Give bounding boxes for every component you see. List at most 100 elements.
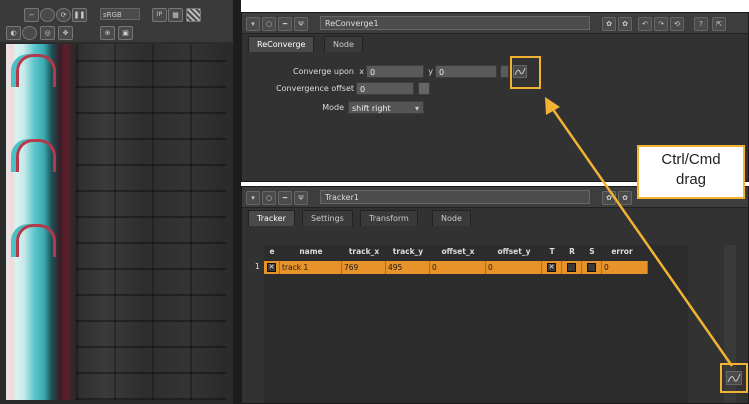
- dash-icon[interactable]: ━: [278, 191, 292, 205]
- refresh-icon[interactable]: ⟳: [56, 8, 71, 22]
- column-header[interactable]: name: [280, 245, 342, 259]
- tab-node[interactable]: Node: [324, 36, 363, 52]
- mode-dropdown[interactable]: shift right ▾: [348, 101, 424, 114]
- stripes-icon[interactable]: [186, 8, 201, 22]
- help-icon[interactable]: ?: [694, 17, 708, 31]
- circle-icon[interactable]: [40, 8, 55, 22]
- offset-x-cell[interactable]: 0: [430, 261, 486, 274]
- converge-upon-label: Converge upon: [292, 67, 354, 76]
- tab-settings[interactable]: Settings: [302, 210, 353, 226]
- column-header[interactable]: track_y: [386, 245, 430, 259]
- pan-icon[interactable]: ✥: [58, 26, 73, 40]
- node-name-value: ReConverge1: [325, 19, 379, 28]
- animation-button[interactable]: [500, 65, 509, 78]
- circle-icon[interactable]: [22, 26, 37, 40]
- grid-icon[interactable]: ▦: [168, 8, 183, 22]
- convergence-offset-value: 0: [360, 85, 366, 94]
- column-header[interactable]: offset_x: [430, 245, 486, 259]
- enabled-cell[interactable]: ✕: [264, 261, 280, 274]
- node-name-field[interactable]: Tracker1: [320, 190, 590, 204]
- offset-y-cell[interactable]: 0: [486, 261, 542, 274]
- column-header[interactable]: S: [582, 245, 602, 259]
- tab-transform[interactable]: Transform: [360, 210, 418, 226]
- convergence-offset-label: Convergence offset: [276, 84, 354, 93]
- frame-icon[interactable]: ▣: [118, 26, 133, 40]
- ip-label: IP: [156, 11, 163, 18]
- column-header[interactable]: e: [264, 245, 280, 259]
- table-row[interactable]: ✕ track 1 769 495 0 0 ✕ 0: [264, 261, 648, 274]
- float-icon[interactable]: ⇱: [712, 17, 726, 31]
- arch-detail: [16, 139, 56, 172]
- tracks-table: e name track_x track_y offset_x offset_y…: [255, 245, 688, 403]
- s-checkbox[interactable]: [587, 263, 596, 272]
- converge-y-field[interactable]: 0: [435, 65, 497, 78]
- tab-reconverge[interactable]: ReConverge: [248, 36, 315, 52]
- brick-wall: [76, 44, 226, 400]
- redo-icon[interactable]: ↷: [654, 17, 668, 31]
- mode-value: shift right: [352, 104, 391, 113]
- node-name-value: Tracker1: [325, 193, 359, 202]
- callout-line-1: Ctrl/Cmd: [661, 151, 721, 168]
- callout-line-2: drag: [675, 171, 707, 188]
- t-cell[interactable]: ✕: [542, 261, 562, 274]
- arch-detail: [16, 224, 56, 257]
- converge-y-value: 0: [439, 68, 445, 77]
- gear-icon[interactable]: ✿: [602, 17, 616, 31]
- colorspace-value: sRGB: [103, 11, 122, 19]
- gear-icon[interactable]: ✿: [618, 191, 632, 205]
- column-header[interactable]: R: [562, 245, 582, 259]
- r-cell[interactable]: [562, 261, 582, 274]
- collapse-icon[interactable]: ▾: [246, 17, 260, 31]
- dash-icon[interactable]: ━: [278, 17, 292, 31]
- track-x-cell[interactable]: 769: [342, 261, 386, 274]
- offset-slider[interactable]: [418, 82, 430, 95]
- tab-node[interactable]: Node: [432, 210, 471, 226]
- panel-divider[interactable]: [233, 0, 241, 404]
- gear-icon[interactable]: ✿: [618, 17, 632, 31]
- column-header[interactable]: error: [602, 245, 642, 259]
- node-name-field[interactable]: ReConverge1: [320, 16, 590, 30]
- circle-icon[interactable]: ○: [262, 191, 276, 205]
- tracker-properties-panel: ▾ ○ ━ Ψ Tracker1 ✿ ✿ Tracker Settings Tr…: [241, 186, 749, 404]
- chevron-down-icon: ▾: [414, 104, 419, 113]
- column-header[interactable]: track_x: [342, 245, 386, 259]
- column-header[interactable]: offset_y: [486, 245, 542, 259]
- row-index: 1: [254, 262, 260, 271]
- column-header[interactable]: T: [542, 245, 562, 259]
- pause-icon[interactable]: ❚❚: [72, 8, 87, 22]
- reconverge-tabs: ReConverge Node: [242, 34, 748, 52]
- ctrl-drag-callout: Ctrl/Cmd drag: [637, 145, 745, 199]
- r-checkbox[interactable]: [567, 263, 576, 272]
- zoom-icon[interactable]: ⊕: [100, 26, 115, 40]
- track-y-cell[interactable]: 495: [386, 261, 430, 274]
- viewer-toolbar: − ⟳ ❚❚ sRGB IP ▦ ◐ ◎ ✥ ⊕ ▣: [0, 0, 235, 42]
- target-icon[interactable]: ◎: [40, 26, 55, 40]
- converge-x-field[interactable]: 0: [366, 65, 424, 78]
- channel-icon[interactable]: ◐: [6, 26, 21, 40]
- reconverge-titlebar: ▾ ○ ━ Ψ ReConverge1 ✿ ✿ ↶ ↷ ⟲ ? ⇱: [242, 13, 748, 34]
- revert-icon[interactable]: ⟲: [670, 17, 684, 31]
- x-label: x: [359, 67, 364, 76]
- colorspace-dropdown[interactable]: sRGB: [100, 8, 140, 20]
- y-label: y: [428, 67, 433, 76]
- mode-label: Mode: [322, 103, 344, 112]
- circle-icon[interactable]: ○: [262, 17, 276, 31]
- tracker-tabs: Tracker Settings Transform Node: [242, 208, 748, 226]
- gear-icon[interactable]: ✿: [602, 191, 616, 205]
- tab-tracker[interactable]: Tracker: [248, 210, 295, 226]
- collapse-icon[interactable]: ▾: [246, 191, 260, 205]
- viewer-panel: − ⟳ ❚❚ sRGB IP ▦ ◐ ◎ ✥ ⊕ ▣: [0, 0, 235, 404]
- s-cell[interactable]: [582, 261, 602, 274]
- t-checkbox[interactable]: ✕: [547, 263, 556, 272]
- minus-icon[interactable]: −: [24, 8, 39, 22]
- error-cell[interactable]: 0: [602, 261, 648, 274]
- arch-detail: [16, 54, 56, 87]
- fork-icon[interactable]: Ψ: [294, 17, 308, 31]
- enabled-checkbox[interactable]: ✕: [267, 263, 276, 272]
- convergence-offset-field[interactable]: 0: [356, 82, 414, 95]
- name-cell[interactable]: track 1: [280, 261, 342, 274]
- viewer-image[interactable]: [6, 44, 226, 400]
- fork-icon[interactable]: Ψ: [294, 191, 308, 205]
- ip-icon[interactable]: IP: [152, 8, 167, 22]
- undo-icon[interactable]: ↶: [638, 17, 652, 31]
